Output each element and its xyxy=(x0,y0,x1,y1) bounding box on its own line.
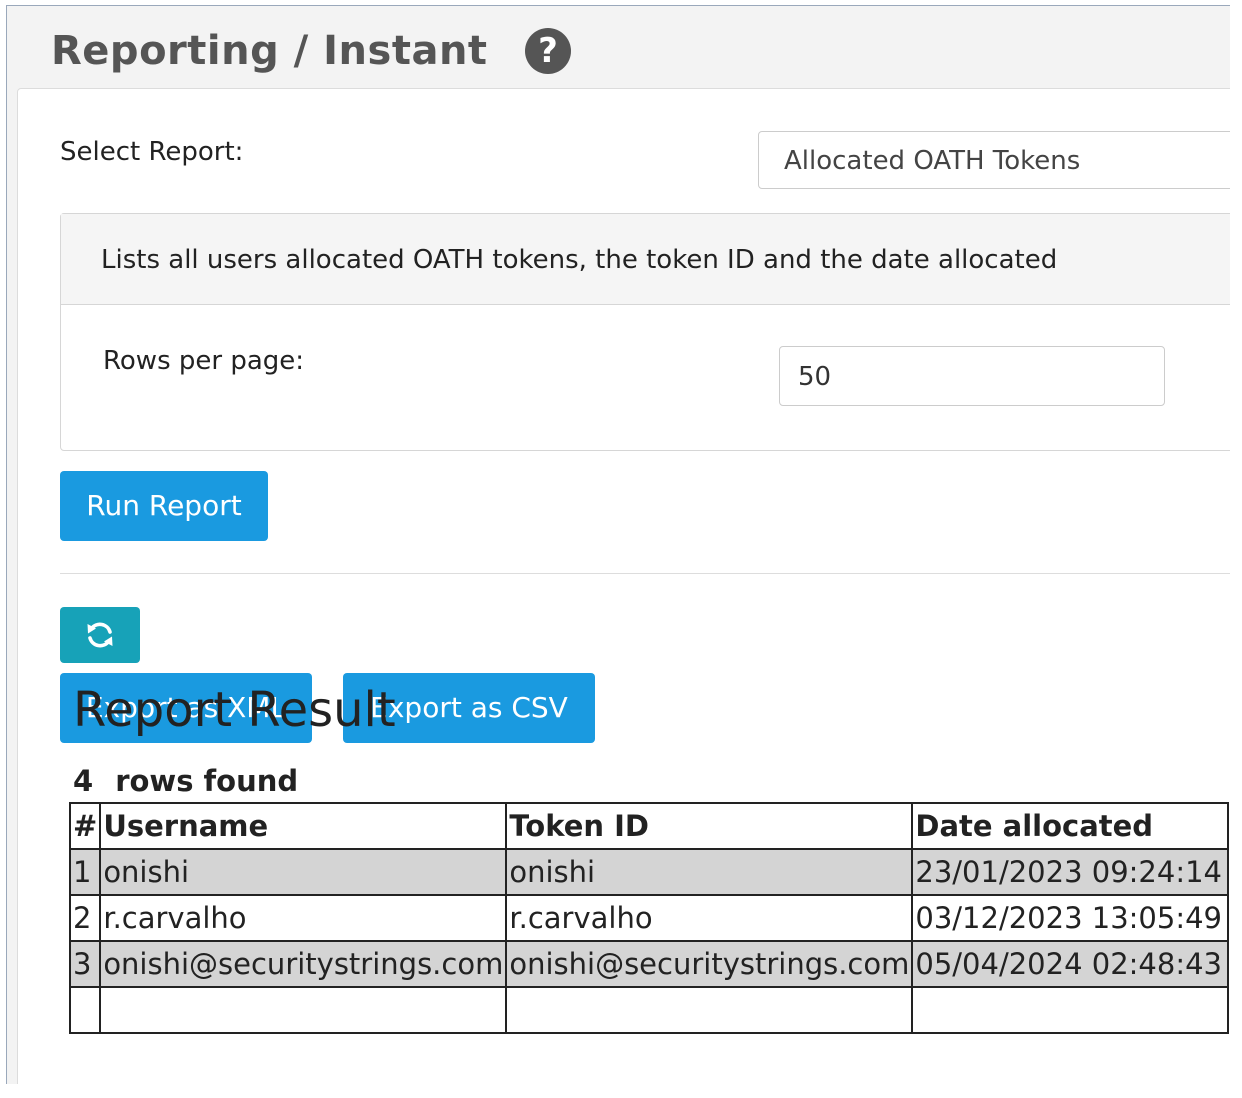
username-cell: onishi@securitystrings.com xyxy=(99,940,508,988)
date-allocated-cell xyxy=(911,986,1230,1034)
rows-found-label: rows found xyxy=(115,764,299,798)
run-report-button[interactable]: Run Report xyxy=(60,471,268,541)
app-frame: Reporting / Instant ? Select Report: All… xyxy=(6,5,1230,1084)
token-id-cell: onishi xyxy=(505,848,914,896)
rows-found: 4 rows found xyxy=(73,764,298,798)
divider xyxy=(60,573,1230,574)
column-header-username: Username xyxy=(99,802,508,850)
date-allocated-cell: 03/12/2023 13:05:49 xyxy=(911,894,1230,942)
refresh-icon xyxy=(87,622,113,648)
token-id-cell xyxy=(505,986,914,1034)
table-row: 3 onishi@securitystrings.com onishi@secu… xyxy=(68,940,1230,988)
report-description: Lists all users allocated OATH tokens, t… xyxy=(61,214,1230,305)
username-cell: onishi xyxy=(99,848,508,896)
rows-per-page-input[interactable]: 50 xyxy=(779,346,1165,406)
select-report-label: Select Report: xyxy=(60,137,244,167)
refresh-button[interactable] xyxy=(60,607,140,663)
help-icon[interactable]: ? xyxy=(525,28,571,74)
page-title: Reporting / Instant xyxy=(51,28,488,74)
row-number xyxy=(68,986,102,1034)
username-cell xyxy=(99,986,508,1034)
report-select[interactable]: Allocated OATH Tokens xyxy=(758,131,1230,189)
row-count: 4 xyxy=(73,764,94,798)
table-row: 1 onishi onishi 23/01/2023 09:24:14 xyxy=(68,848,1230,896)
report-result-title: Report Result xyxy=(73,682,396,738)
table-row xyxy=(68,986,1230,1034)
report-description-box: Lists all users allocated OATH tokens, t… xyxy=(60,213,1230,451)
date-allocated-cell: 05/04/2024 02:48:43 xyxy=(911,940,1230,988)
report-table: # Username Token ID Date allocated 1 oni… xyxy=(68,802,1230,1034)
username-cell: r.carvalho xyxy=(99,894,508,942)
table-header-row: # Username Token ID Date allocated xyxy=(68,802,1230,850)
column-header-date-allocated: Date allocated xyxy=(911,802,1230,850)
row-number: 1 xyxy=(68,848,102,896)
token-id-cell: onishi@securitystrings.com xyxy=(505,940,914,988)
token-id-cell: r.carvalho xyxy=(505,894,914,942)
column-header-token-id: Token ID xyxy=(505,802,914,850)
rows-per-page-label: Rows per page: xyxy=(103,346,305,376)
row-number: 3 xyxy=(68,940,102,988)
date-allocated-cell: 23/01/2023 09:24:14 xyxy=(911,848,1230,896)
table-row: 2 r.carvalho r.carvalho 03/12/2023 13:05… xyxy=(68,894,1230,942)
row-number: 2 xyxy=(68,894,102,942)
column-header-number: # xyxy=(68,802,102,850)
